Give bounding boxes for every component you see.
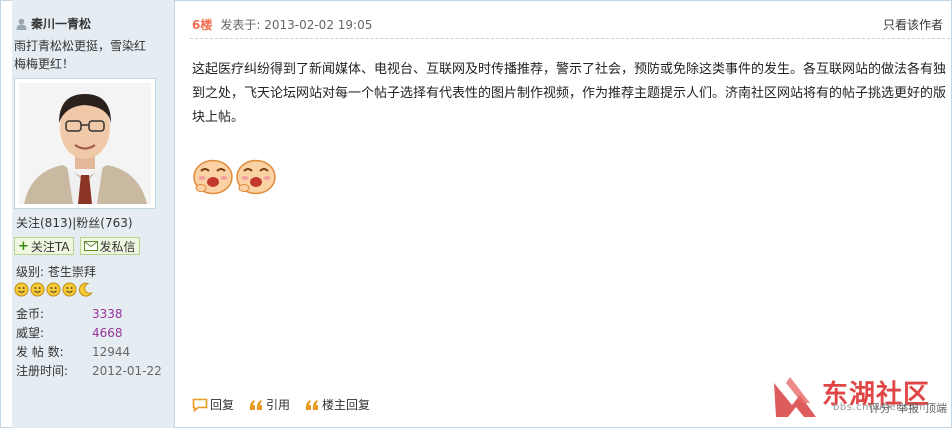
stat-label: 威望: [16,326,45,340]
level-icons [14,282,93,297]
emoji-row [192,157,277,195]
user-name[interactable]: 秦川一青松 [31,15,91,32]
report-link[interactable]: 举报 [897,400,919,416]
user-stats: 金币: 3338 威望: 4668 发 帖 数: 12944 注册时间: 201… [16,304,162,380]
level-value: 苍生崇拜 [47,265,96,279]
reply-icon [192,398,208,412]
sun-icon [30,282,45,297]
quote-button[interactable]: 引用 [248,396,290,413]
follow-button[interactable]: + 关注TA [14,237,74,255]
stat-value: 12944 [92,344,131,359]
sun-icon [14,282,29,297]
user-name-row: 秦川一青松 [16,15,91,32]
sun-icon [46,282,61,297]
reply-button[interactable]: 回复 [192,396,234,413]
laughing-face-icon [236,159,276,195]
header-divider [190,38,950,39]
moon-icon [78,282,93,297]
reply-label: 回复 [210,398,235,412]
follow-stats[interactable]: 关注(813)|粉丝(763) [16,214,133,231]
person-icon [16,18,27,30]
host-reply-label: 楼主回复 [322,398,371,412]
level-label: 级别: [16,265,45,279]
quote-icon [305,399,319,410]
profile-action-buttons: + 关注TA 发私信 [14,237,140,255]
avatar-frame [14,78,156,209]
rate-link[interactable]: 评分 [869,400,891,416]
sun-icon [62,282,77,297]
send-message-label: 发私信 [99,239,136,254]
post-actions: 回复 引用 楼主回复 [192,396,384,413]
quote-label: 引用 [266,398,291,412]
stat-row-registered: 注册时间: 2012-01-22 [16,361,162,380]
plus-icon: + [18,238,29,254]
stat-row-gold: 金币: 3338 [16,304,162,323]
post-body: 这起医疗纠纷得到了新闻媒体、电视台、互联网及时传播推荐，警示了社会，预防或免除这… [192,62,947,125]
stat-row-prestige: 威望: 4668 [16,323,162,342]
quote-icon [249,399,263,410]
send-message-button[interactable]: 发私信 [79,237,140,255]
floor-number[interactable]: 6楼 [192,16,212,33]
stat-value: 2012-01-22 [92,363,162,378]
post-header: 6楼 发表于: 2013-02-02 19:05 [192,16,372,33]
host-reply-button[interactable]: 楼主回复 [304,396,370,413]
post-footer-links: 评分 举报 顶端 [869,400,947,416]
stat-value: 3338 [92,306,123,321]
stat-label: 金币: [16,307,45,321]
avatar[interactable] [19,83,151,204]
stat-label: 发 帖 数: [16,345,64,359]
stat-value: 4668 [92,325,123,340]
mail-icon [83,241,98,251]
stat-label: 注册时间: [16,364,69,378]
post-timestamp: 发表于: 2013-02-02 19:05 [220,18,373,32]
stat-row-posts: 发 帖 数: 12944 [16,342,162,361]
user-level: 级别: 苍生崇拜 [16,263,96,280]
top-link[interactable]: 顶端 [925,400,947,416]
user-signature: 雨打青松松更挺，雪染红梅梅更红！ [14,39,147,71]
only-author-link[interactable]: 只看该作者 [883,16,943,33]
follow-button-label: 关注TA [30,239,70,254]
laughing-face-icon [193,159,233,195]
